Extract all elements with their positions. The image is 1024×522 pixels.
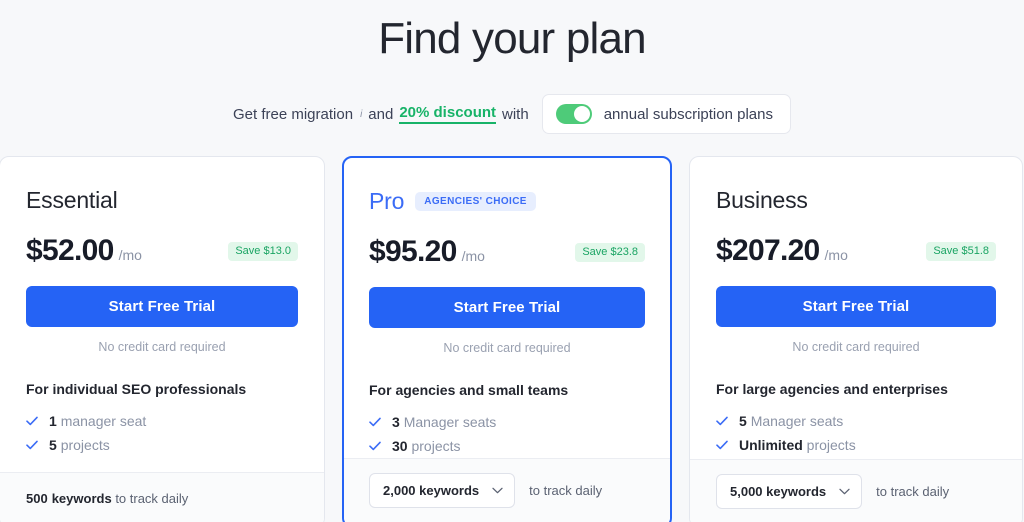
keywords-word: keywords <box>51 490 112 506</box>
keywords-count: 500 <box>26 490 48 506</box>
feature-value: 3 <box>392 414 400 430</box>
page-title: Find your plan <box>378 14 646 63</box>
feature-title: For large agencies and enterprises <box>716 381 948 397</box>
feature-item: Unlimited projects <box>716 433 996 457</box>
price-row: $207.20 /mo Save $51.8 <box>716 234 996 268</box>
feature-value: 5 <box>739 413 747 429</box>
feature-value: 1 <box>49 413 57 429</box>
feature-label: projects <box>411 438 461 454</box>
feature-item: 3 Manager seats <box>369 410 645 434</box>
no-credit-card-note: No credit card required <box>792 340 920 354</box>
check-icon <box>26 440 38 450</box>
plan-card-essential[interactable]: Essential $52.00 /mo Save $13.0 Start Fr… <box>0 156 325 522</box>
keywords-dropdown-value: 2,000 keywords <box>383 483 480 498</box>
switch-knob <box>573 106 590 122</box>
save-badge: Save $23.8 <box>575 242 645 262</box>
feature-item: 5 Manager seats <box>716 409 996 433</box>
promo-bar: Get free migration i and 20% discount wit… <box>0 94 1024 134</box>
plan-header: Pro AGENCIES' CHOICE <box>369 186 645 216</box>
keywords-dropdown-value: 5,000 keywords <box>730 484 827 499</box>
promo-with-label: with <box>502 105 529 123</box>
save-badge: Save $51.8 <box>926 241 996 261</box>
plan-card-pro[interactable]: Pro AGENCIES' CHOICE $95.20 /mo Save $23… <box>342 156 672 522</box>
feature-value: Unlimited <box>739 437 803 453</box>
feature-label: Manager seats <box>403 414 497 430</box>
promo-info-superscript[interactable]: i <box>360 109 362 120</box>
feature-value: 5 <box>49 437 57 453</box>
card-body: Business $207.20 /mo Save $51.8 Start Fr… <box>690 157 1022 459</box>
price-row: $95.20 /mo Save $23.8 <box>369 235 645 269</box>
check-icon <box>26 416 38 426</box>
card-body: Pro AGENCIES' CHOICE $95.20 /mo Save $23… <box>344 158 670 458</box>
keywords-footer: 2,000 keywords to track daily <box>344 458 670 522</box>
chevron-down-icon <box>492 487 503 494</box>
annual-subscription-switch[interactable] <box>555 104 592 124</box>
feature-list: 1 manager seat 5 projects <box>26 409 298 457</box>
keywords-footer: 5,000 keywords to track daily <box>690 459 1022 522</box>
discount-link[interactable]: 20% discount <box>399 104 497 124</box>
card-body: Essential $52.00 /mo Save $13.0 Start Fr… <box>0 157 324 472</box>
feature-title: For individual SEO professionals <box>26 381 247 397</box>
feature-list: 3 Manager seats 30 projects <box>369 410 645 458</box>
annual-subscription-label: annual subscription plans <box>603 105 773 123</box>
promo-and-label: and <box>368 105 394 123</box>
feature-value: 30 <box>392 438 408 454</box>
keywords-static: 500 keywords to track daily <box>26 491 188 506</box>
check-icon <box>716 440 728 450</box>
feature-label: projects <box>806 437 856 453</box>
agencies-choice-badge: AGENCIES' CHOICE <box>415 191 536 211</box>
check-icon <box>369 417 381 427</box>
feature-label: Manager seats <box>750 413 844 429</box>
check-icon <box>716 416 728 426</box>
no-credit-card-note: No credit card required <box>98 340 226 354</box>
no-credit-card-note: No credit card required <box>443 341 571 355</box>
keywords-dropdown[interactable]: 2,000 keywords <box>369 473 516 508</box>
start-free-trial-button[interactable]: Start Free Trial <box>716 286 996 327</box>
plan-price-period: /mo <box>824 247 848 263</box>
annual-subscription-toggle-container[interactable]: annual subscription plans <box>541 94 791 134</box>
feature-item: 1 manager seat <box>26 409 298 433</box>
plan-price: $52.00 <box>26 234 114 267</box>
keywords-suffix: to track daily <box>529 483 603 498</box>
plan-price-period: /mo <box>118 247 142 263</box>
plan-price-period: /mo <box>461 248 485 264</box>
plan-price: $95.20 <box>369 235 457 268</box>
feature-item: 30 projects <box>369 434 645 458</box>
plan-header: Essential <box>26 185 298 215</box>
keywords-suffix: to track daily <box>115 490 189 506</box>
feature-label: manager seat <box>60 413 147 429</box>
plan-name: Pro <box>369 187 405 214</box>
chevron-down-icon <box>839 488 850 495</box>
plan-header: Business <box>716 185 996 215</box>
start-free-trial-button[interactable]: Start Free Trial <box>369 287 645 328</box>
pricing-cards-row: Essential $52.00 /mo Save $13.0 Start Fr… <box>0 156 1024 522</box>
plan-price: $207.20 <box>716 234 820 267</box>
keywords-dropdown[interactable]: 5,000 keywords <box>716 474 863 509</box>
keywords-footer: 500 keywords to track daily <box>0 472 324 522</box>
check-icon <box>369 441 381 451</box>
save-badge: Save $13.0 <box>228 241 298 261</box>
plan-name: Business <box>716 186 808 213</box>
promo-prefix-label: Get free migration <box>233 105 354 123</box>
feature-list: 5 Manager seats Unlimited projects <box>716 409 996 457</box>
plan-name: Essential <box>26 186 118 213</box>
feature-title: For agencies and small teams <box>369 382 569 398</box>
keywords-suffix: to track daily <box>876 484 950 499</box>
feature-label: projects <box>60 437 110 453</box>
price-row: $52.00 /mo Save $13.0 <box>26 234 298 268</box>
start-free-trial-button[interactable]: Start Free Trial <box>26 286 298 327</box>
plan-card-business[interactable]: Business $207.20 /mo Save $51.8 Start Fr… <box>689 156 1023 522</box>
feature-item: 5 projects <box>26 433 298 457</box>
